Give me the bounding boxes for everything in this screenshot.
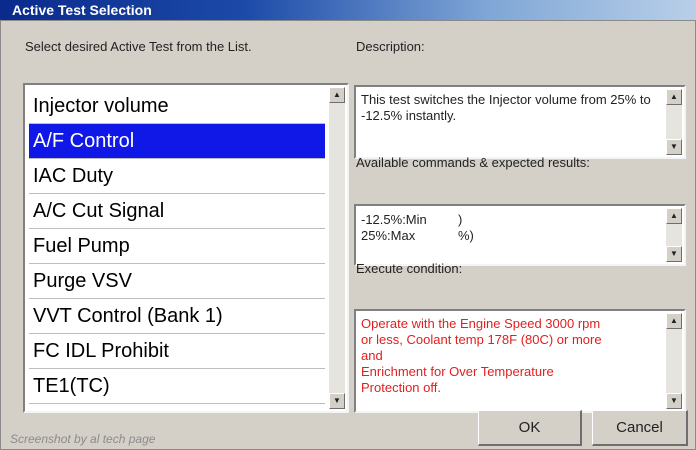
commands-scrollbar[interactable]: ▲ ▼ [666, 208, 682, 262]
list-scrollbar[interactable]: ▲ ▼ [329, 87, 345, 409]
scroll-down-icon[interactable]: ▼ [329, 393, 345, 409]
scroll-up-icon[interactable]: ▲ [666, 208, 682, 224]
description-box: This test switches the Injector volume f… [354, 85, 686, 159]
commands-names: -12.5%:Min 25%:Max [361, 212, 427, 244]
list-item-iac-duty[interactable]: IAC Duty [29, 159, 325, 194]
command-max: 25%:Max [361, 228, 416, 243]
title-bar: Active Test Selection [0, 0, 696, 20]
commands-box: -12.5%:Min 25%:Max ) %) ▲ ▼ [354, 204, 686, 266]
condition-line: Enrichment for Over Temperature [361, 364, 554, 379]
active-test-list[interactable]: Injector volume A/F Control IAC Duty A/C… [23, 83, 349, 413]
command-min: -12.5%:Min [361, 212, 427, 227]
condition-line: or less, Coolant temp 178F (80C) or more [361, 332, 602, 347]
condition-box: Operate with the Engine Speed 3000 rpm o… [354, 309, 686, 413]
scroll-down-icon[interactable]: ▼ [666, 139, 682, 155]
condition-scrollbar[interactable]: ▲ ▼ [666, 313, 682, 409]
condition-line: Operate with the Engine Speed 3000 rpm [361, 316, 601, 331]
scroll-up-icon[interactable]: ▲ [329, 87, 345, 103]
active-test-dialog: Select desired Active Test from the List… [0, 20, 696, 450]
scroll-up-icon[interactable]: ▲ [666, 313, 682, 329]
scroll-down-icon[interactable]: ▼ [666, 393, 682, 409]
list-item-af-control[interactable]: A/F Control [29, 124, 325, 159]
list-item-fuel-pump[interactable]: Fuel Pump [29, 229, 325, 264]
window-title: Active Test Selection [12, 2, 152, 18]
command-min-result: ) [458, 212, 463, 227]
watermark: Screenshot by al tech page [10, 432, 156, 446]
command-max-result: %) [458, 228, 474, 243]
description-label: Description: [356, 39, 425, 54]
scroll-up-icon[interactable]: ▲ [666, 89, 682, 105]
condition-line: Protection off. [361, 380, 441, 395]
list-item-purge-vsv[interactable]: Purge VSV [29, 264, 325, 299]
ok-button[interactable]: OK [478, 410, 582, 446]
list-item-fc-idl-prohibit[interactable]: FC IDL Prohibit [29, 334, 325, 369]
list-item-vvt-control[interactable]: VVT Control (Bank 1) [29, 299, 325, 334]
list-item-injector-volume[interactable]: Injector volume [29, 89, 325, 124]
list-item-te1-tc[interactable]: TE1(TC) [29, 369, 325, 404]
description-scrollbar[interactable]: ▲ ▼ [666, 89, 682, 155]
commands-label: Available commands & expected results: [356, 155, 590, 170]
commands-results: ) %) [458, 212, 474, 244]
condition-label: Execute condition: [356, 261, 463, 276]
description-text: This test switches the Injector volume f… [361, 92, 651, 123]
scroll-down-icon[interactable]: ▼ [666, 246, 682, 262]
cancel-button[interactable]: Cancel [592, 410, 688, 446]
list-items: Injector volume A/F Control IAC Duty A/C… [29, 89, 325, 404]
list-item-ac-cut-signal[interactable]: A/C Cut Signal [29, 194, 325, 229]
condition-text: Operate with the Engine Speed 3000 rpm o… [361, 316, 662, 396]
condition-line: and [361, 348, 383, 363]
list-label: Select desired Active Test from the List… [25, 39, 252, 54]
